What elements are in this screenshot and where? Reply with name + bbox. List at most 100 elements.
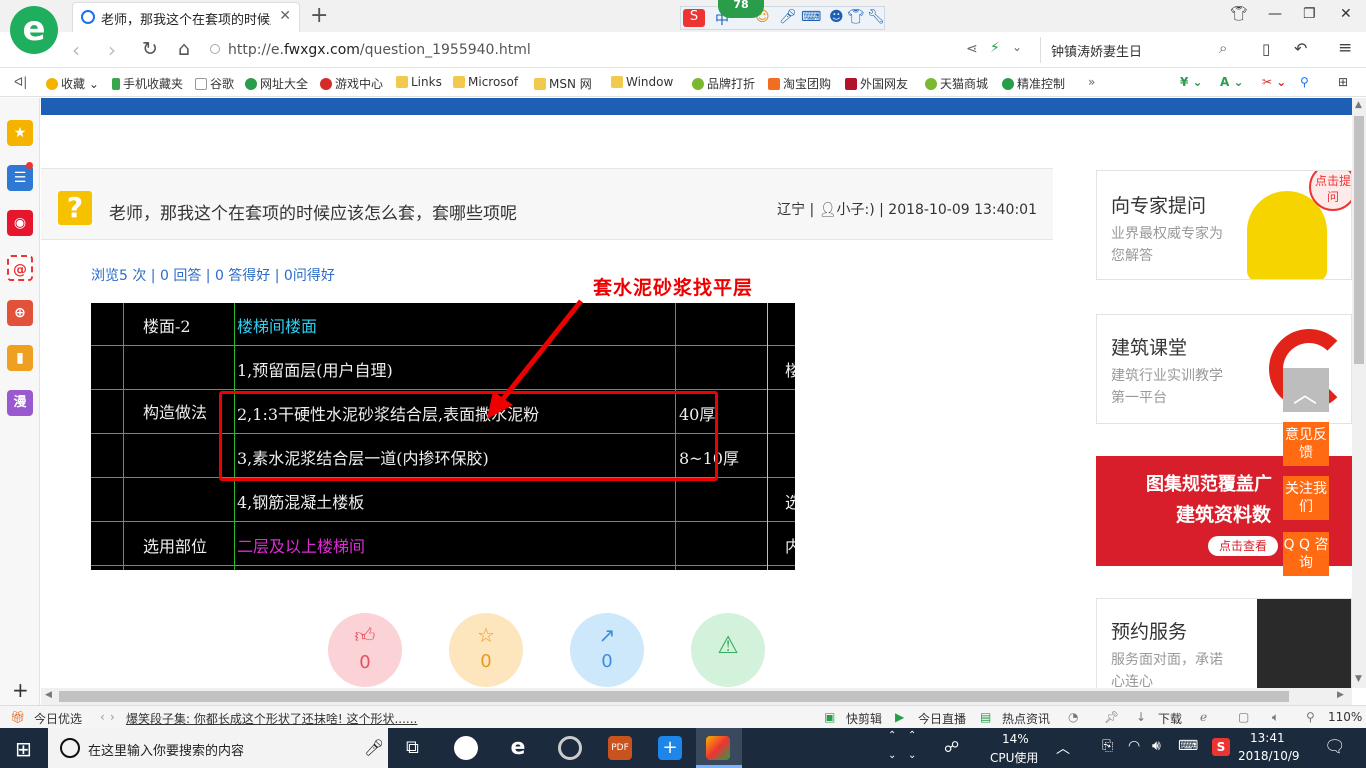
user-icon[interactable]: ☻	[829, 9, 844, 25]
bookmark-google[interactable]: 谷歌	[195, 75, 234, 92]
next-icon[interactable]: ›	[110, 710, 115, 724]
search-icon[interactable]: ⌕	[1219, 39, 1227, 57]
bookmark-links[interactable]: Links	[396, 75, 442, 89]
sogou-icon[interactable]: S	[683, 9, 705, 27]
clock-time[interactable]: 13:41	[1250, 731, 1285, 745]
speed-mode-icon[interactable]: ⚡	[990, 40, 1000, 56]
window-close-icon[interactable]: ✕	[1340, 6, 1352, 22]
task-view-icon[interactable]: ⧉	[406, 737, 419, 758]
scroll-up-icon[interactable]: ▲	[1355, 100, 1362, 110]
weibo-icon[interactable]: ◉	[7, 210, 33, 236]
bookmark-microsoft[interactable]: Microsof	[453, 75, 518, 89]
maximize-icon[interactable]: ❐	[1303, 6, 1316, 22]
mic-icon[interactable]: 🎤︎	[364, 738, 384, 757]
clock-date[interactable]: 2018/10/9	[1238, 749, 1300, 763]
vertical-scrollbar[interactable]: ▲ ▼	[1352, 98, 1366, 688]
bookmark-site-nav[interactable]: 网址大全	[245, 75, 308, 92]
like-button[interactable]: 👍︎ 0	[328, 613, 402, 687]
back-icon[interactable]: ‹	[72, 38, 80, 62]
ie-mode-icon[interactable]: ℯ	[1200, 710, 1207, 724]
scissors-icon[interactable]: ✂ ⌄	[1262, 75, 1286, 89]
scroll-down-icon[interactable]: ▼	[1355, 674, 1362, 684]
bookmark-taobao[interactable]: 淘宝团购	[768, 75, 831, 92]
tray-scroll-down-icon[interactable]: ⌄	[908, 750, 916, 761]
report-button[interactable]: ⚠	[691, 613, 765, 687]
share-icon[interactable]: ⋖	[966, 41, 978, 57]
follow-us-button[interactable]: 关注我们	[1283, 476, 1329, 520]
bookmark-book-icon[interactable]: ▮	[7, 345, 33, 371]
skin-icon[interactable]: 👕︎	[847, 9, 865, 25]
scroll-left-icon[interactable]: ◀	[45, 690, 52, 700]
wrench-icon[interactable]: 🔧︎	[867, 9, 885, 25]
pin-icon[interactable]: 📌︎	[1104, 710, 1119, 724]
keyboard-icon[interactable]: ⌨	[1178, 738, 1198, 754]
gift-icon[interactable]: 🎁︎	[10, 710, 25, 724]
vertical-scroll-thumb[interactable]	[1354, 116, 1364, 364]
bookmark-tmall[interactable]: 天猫商城	[925, 75, 988, 92]
question-stats[interactable]: 浏览5 次 | 0 回答 | 0 答得好 | 0问得好	[91, 265, 335, 285]
window-icon[interactable]: ▢	[1238, 710, 1249, 724]
ie-browser-icon[interactable]: e	[506, 736, 530, 760]
download-label[interactable]: 下载	[1158, 710, 1182, 727]
prev-icon[interactable]: ‹	[100, 710, 105, 724]
back-to-top-button[interactable]: ︿	[1283, 368, 1329, 412]
keyboard-icon[interactable]: ⌨	[801, 9, 821, 25]
minimize-icon[interactable]: —	[1268, 6, 1282, 22]
swirl-app-icon[interactable]	[558, 736, 582, 760]
tray-expand-icon[interactable]: ︿	[1056, 738, 1070, 758]
windows-start-icon[interactable]: ⊞	[15, 737, 32, 761]
gamepad-icon[interactable]: ⊕	[7, 300, 33, 326]
favorites-star-icon[interactable]: ★	[7, 120, 33, 146]
browser-logo-icon[interactable]: e	[10, 6, 58, 54]
bookmark-mobile[interactable]: 手机收藏夹	[112, 75, 183, 92]
url-field[interactable]: http://e.fwxgx.com/question_1955940.html	[228, 42, 531, 58]
bookmark-windows[interactable]: Window	[611, 75, 673, 89]
add-sidebar-icon[interactable]: +	[12, 678, 29, 702]
skin-button-icon[interactable]: 👕︎	[1230, 6, 1248, 22]
more-bookmarks-icon[interactable]: »	[1088, 75, 1095, 89]
fan-app-icon[interactable]	[454, 736, 478, 760]
home-icon[interactable]: ⌂	[178, 38, 190, 60]
magnifier-icon[interactable]: ⚲	[1300, 75, 1309, 89]
action-center-icon[interactable]: 🗨︎	[1324, 737, 1346, 757]
taskbar-search[interactable]: 在这里输入你要搜索的内容 🎤︎	[48, 728, 388, 768]
bookmark-games[interactable]: 游戏中心	[320, 75, 383, 92]
mic-icon[interactable]: 🎤︎	[779, 9, 797, 25]
yen-icon[interactable]: ¥ ⌄	[1180, 75, 1203, 89]
favorite-button[interactable]: ☆ 0	[449, 613, 523, 687]
hot-news[interactable]: 热点资讯	[1002, 710, 1050, 727]
volume-icon[interactable]: 🔈︎	[1272, 710, 1279, 725]
close-tab-icon[interactable]: ✕	[279, 8, 291, 24]
browser-tab[interactable]: 老师，那我这个在套项的时候应该 ✕	[72, 2, 300, 32]
wifi-icon[interactable]: ◠	[1128, 738, 1140, 754]
share-button[interactable]: ↗ 0	[570, 613, 644, 687]
comic-icon[interactable]: 漫	[7, 390, 33, 416]
meta-user[interactable]: 小子:)	[836, 202, 874, 218]
scroll-right-icon[interactable]: ▶	[1337, 690, 1344, 700]
tray-scroll-up-icon[interactable]: ⌃	[908, 730, 916, 741]
pdf-app-icon[interactable]: PDF	[608, 736, 632, 760]
refresh-icon[interactable]: ↻	[142, 38, 158, 60]
new-tab-button[interactable]: +	[310, 3, 328, 28]
bookmark-foreign[interactable]: 外国网友	[845, 75, 908, 92]
ask-expert-card[interactable]: 向专家提问 业界最权威专家为您解答 点击提问	[1096, 170, 1352, 280]
quick-clip[interactable]: 快剪辑	[846, 710, 882, 727]
mail-icon[interactable]: @	[7, 255, 33, 281]
menu-icon[interactable]: ≡	[1338, 38, 1352, 58]
page-info-icon[interactable]	[210, 44, 220, 54]
qq-consult-button[interactable]: Q Q 咨询	[1283, 532, 1329, 576]
phone-icon[interactable]: ▯	[1262, 40, 1270, 58]
today-picks[interactable]: 今日优选	[34, 710, 82, 727]
bookmark-msn[interactable]: MSN 网	[534, 75, 592, 92]
people-icon[interactable]: ☍	[944, 738, 959, 756]
zoom-icon[interactable]: ⚲	[1306, 710, 1315, 724]
active-app-slot[interactable]	[696, 728, 742, 768]
bookmark-favorites[interactable]: 收藏 ⌄	[46, 75, 99, 92]
news-ticker[interactable]: 爆笑段子集: 你都长成这个形状了还抹啥! 这个形状......	[126, 710, 417, 727]
apps-grid-icon[interactable]: ⊞	[1338, 75, 1348, 89]
zoom-level[interactable]: 110%	[1328, 710, 1362, 724]
speed-icon[interactable]: ◔	[1068, 710, 1078, 724]
network-icon[interactable]: ⎘	[1102, 738, 1113, 754]
feedback-button[interactable]: 意见反馈	[1283, 422, 1329, 466]
tray-scroll-down-icon[interactable]: ⌄	[888, 750, 896, 761]
